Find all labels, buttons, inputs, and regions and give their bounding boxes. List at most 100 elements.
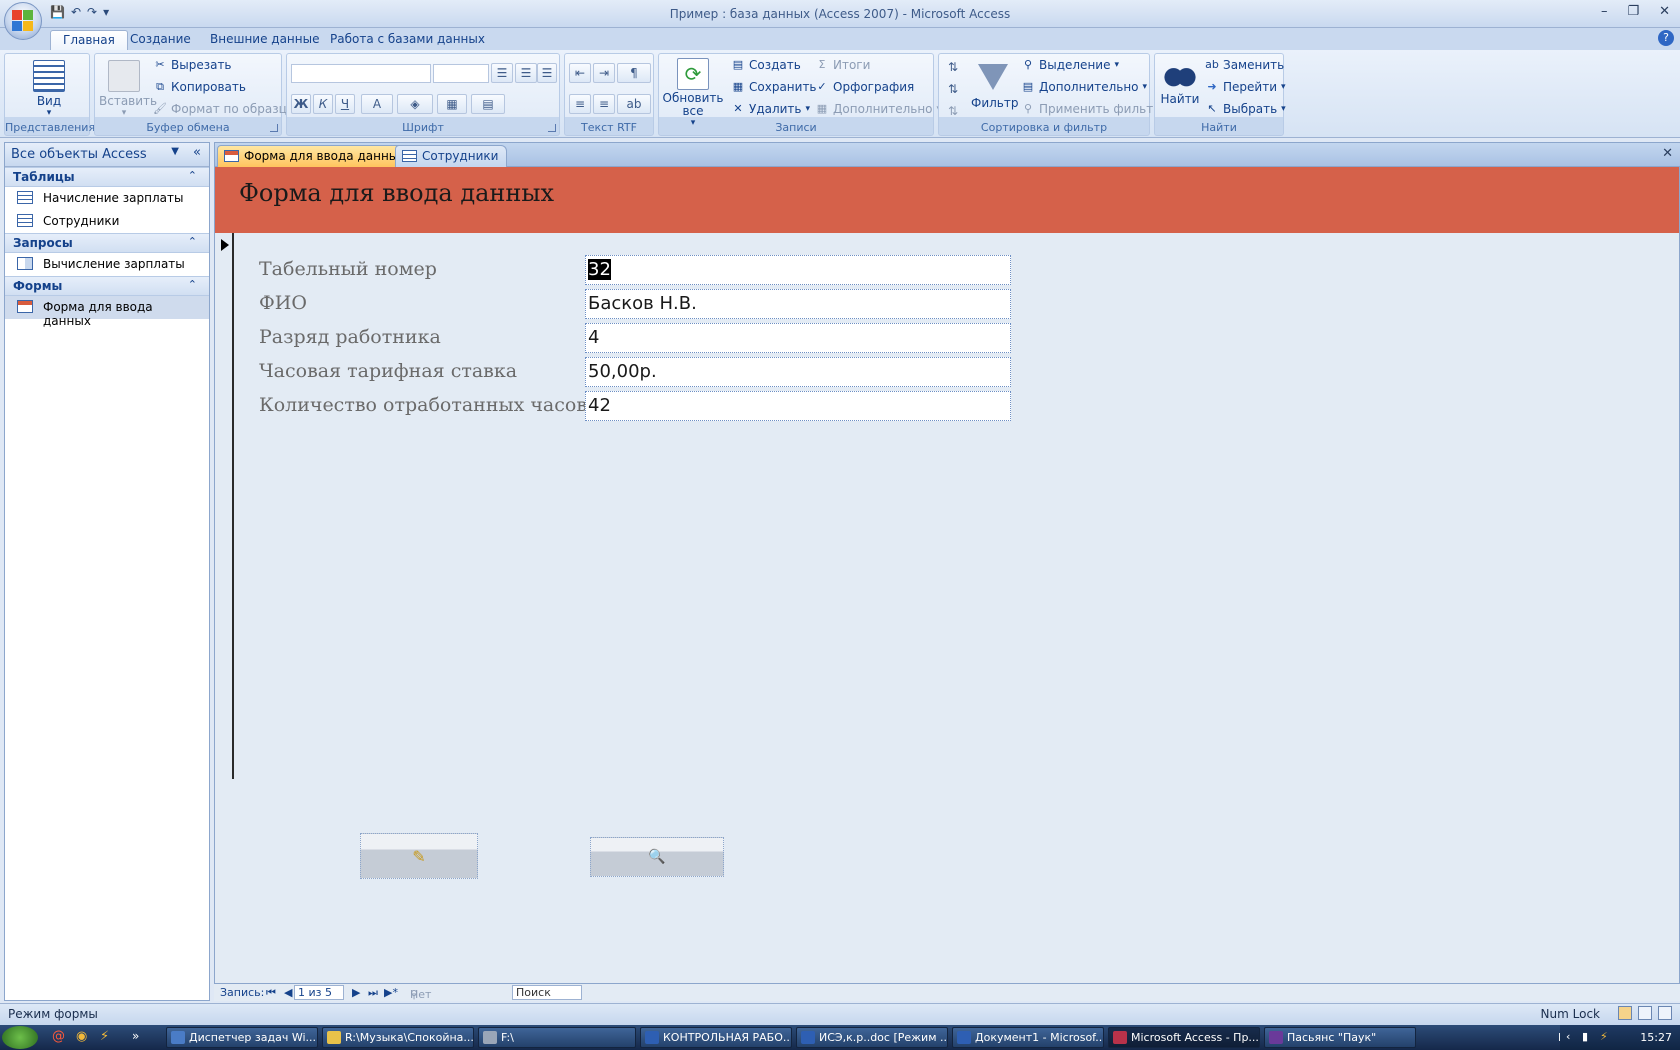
totals-button[interactable]: Σ Итоги bbox=[815, 58, 871, 72]
start-button[interactable] bbox=[2, 1026, 38, 1049]
view-button[interactable]: Вид ▾ bbox=[29, 60, 69, 118]
font-color-button[interactable]: A bbox=[361, 94, 393, 114]
help-icon[interactable]: ? bbox=[1658, 30, 1674, 46]
record-position-box[interactable]: 1 из 5 bbox=[294, 985, 344, 1000]
tab-create[interactable]: Создание bbox=[118, 30, 203, 50]
new-record-nav-icon[interactable]: ▶* bbox=[384, 986, 398, 999]
field-grade[interactable]: 4 bbox=[585, 323, 1011, 353]
record-selector[interactable] bbox=[215, 233, 234, 779]
field-hours-worked[interactable]: 42 bbox=[585, 391, 1011, 421]
first-record-icon[interactable]: ⏮ bbox=[266, 986, 276, 1000]
preview-record-button[interactable]: 🔍 bbox=[590, 837, 724, 877]
office-button[interactable] bbox=[4, 2, 42, 40]
layout-view-icon[interactable] bbox=[1638, 1006, 1652, 1020]
font-size-combo[interactable] bbox=[433, 64, 489, 83]
spelling-button[interactable]: ✓ Орфография bbox=[815, 80, 914, 94]
numbering-icon[interactable]: ≡ bbox=[569, 94, 591, 114]
nav-group-forms[interactable]: Формы ⌃ bbox=[5, 276, 209, 296]
next-record-icon[interactable]: ▶ bbox=[352, 986, 360, 999]
new-record-button[interactable]: ▤ Создать bbox=[731, 58, 801, 72]
tray-device-icon[interactable]: ▮ bbox=[1582, 1030, 1588, 1043]
select-button[interactable]: ↖ Выбрать ▾ bbox=[1205, 102, 1285, 116]
nav-dropdown-icon[interactable]: ▼ bbox=[171, 146, 179, 157]
taskbar-item-word-doc1[interactable]: Документ1 - Microsof... bbox=[952, 1027, 1104, 1048]
previous-record-icon[interactable]: ◀ bbox=[284, 986, 292, 999]
tray-power-icon[interactable]: ⚡ bbox=[1600, 1030, 1608, 1043]
paste-button[interactable]: Вставить ▾ bbox=[99, 60, 157, 118]
taskbar-item-folder-music[interactable]: R:\Музыка\Спокойна... bbox=[322, 1027, 474, 1048]
goto-button[interactable]: ➜ Перейти ▾ bbox=[1205, 80, 1285, 94]
taskbar-item-drive-f[interactable]: F:\ bbox=[478, 1027, 636, 1048]
nav-item-employees-table[interactable]: Сотрудники bbox=[5, 210, 209, 233]
sort-descending-icon[interactable]: ⇅ bbox=[943, 80, 963, 100]
tab-entry-form[interactable]: Форма для ввода данных bbox=[217, 145, 415, 167]
nav-header[interactable]: Все объекты Access ▼ « bbox=[5, 143, 209, 167]
cut-button[interactable]: ✂ Вырезать bbox=[153, 58, 231, 72]
tab-database-tools[interactable]: Работа с базами данных bbox=[318, 30, 497, 50]
refresh-all-button[interactable]: ⟳ Обновить все ▾ bbox=[661, 58, 725, 128]
last-record-icon[interactable]: ⏭ bbox=[368, 986, 378, 1000]
align-right-button[interactable]: ☰ bbox=[537, 63, 557, 83]
field-tab-number[interactable]: 32 bbox=[585, 255, 1011, 285]
nav-collapse-icon[interactable]: « bbox=[193, 145, 201, 160]
taskbar-item-spider-solitaire[interactable]: Пасьянс "Паук" bbox=[1264, 1027, 1416, 1048]
replace-button[interactable]: ab Заменить bbox=[1205, 58, 1284, 72]
chevron-up-icon[interactable]: ⌃ bbox=[188, 235, 197, 248]
tab-external-data[interactable]: Внешние данные bbox=[198, 30, 331, 50]
chevron-right-icon[interactable]: » bbox=[132, 1029, 139, 1043]
maximize-button[interactable]: ❐ bbox=[1627, 4, 1639, 19]
tab-employees[interactable]: Сотрудники bbox=[395, 145, 508, 167]
close-document-icon[interactable]: ✕ bbox=[1662, 146, 1673, 161]
paragraph-icon[interactable]: ¶ bbox=[617, 63, 651, 83]
highlight-icon[interactable]: ab bbox=[617, 94, 651, 114]
align-center-button[interactable]: ☰ bbox=[515, 63, 537, 83]
filter-button[interactable]: Фильтр bbox=[971, 58, 1018, 110]
minimize-button[interactable]: – bbox=[1601, 4, 1608, 19]
design-view-icon[interactable] bbox=[1658, 1006, 1672, 1020]
close-button[interactable]: ✕ bbox=[1659, 4, 1670, 19]
taskbar-item-word-control[interactable]: КОНТРОЛЬНАЯ РАБО... bbox=[640, 1027, 792, 1048]
nav-item-salary-query[interactable]: Вычисление зарплаты bbox=[5, 253, 209, 276]
opera-icon[interactable]: @ bbox=[52, 1029, 65, 1044]
taskbar-item-word-ise[interactable]: ИСЭ,к.р..doc [Режим ... bbox=[796, 1027, 948, 1048]
gridlines-icon[interactable]: ▦ bbox=[437, 94, 467, 114]
search-input[interactable]: Поиск bbox=[512, 985, 582, 1000]
find-button[interactable]: Найти bbox=[1157, 58, 1203, 106]
sort-ascending-icon[interactable]: ⇅ bbox=[943, 58, 963, 78]
more-records-button[interactable]: ▦Дополнительно▾ bbox=[815, 102, 941, 116]
dialog-launcher-icon[interactable] bbox=[548, 124, 556, 132]
fill-color-icon[interactable]: ◈ bbox=[397, 94, 433, 114]
bullets-icon[interactable]: ≡ bbox=[593, 94, 615, 114]
save-record-button[interactable]: ▦ Сохранить bbox=[731, 80, 817, 94]
taskbar-item-task-manager[interactable]: Диспетчер задач Wi... bbox=[166, 1027, 318, 1048]
clear-sort-icon[interactable]: ⇅ bbox=[943, 102, 963, 122]
underline-button[interactable]: Ч bbox=[335, 94, 355, 114]
chevron-up-icon[interactable]: ⌃ bbox=[188, 169, 197, 182]
italic-button[interactable]: К bbox=[313, 94, 333, 114]
field-full-name[interactable]: Басков Н.В. bbox=[585, 289, 1011, 319]
taskbar-item-access[interactable]: Microsoft Access - Пр... bbox=[1108, 1027, 1260, 1048]
format-painter-button[interactable]: 🖌 Формат по образцу bbox=[153, 102, 294, 116]
nav-group-queries[interactable]: Запросы ⌃ bbox=[5, 233, 209, 253]
increase-indent-icon[interactable]: ⇥ bbox=[593, 63, 615, 83]
alternate-fill-icon[interactable]: ▤ bbox=[471, 94, 505, 114]
bold-button[interactable]: Ж bbox=[291, 94, 311, 114]
quicklaunch-icon[interactable]: ⚡ bbox=[100, 1029, 109, 1044]
align-left-button[interactable]: ☰ bbox=[491, 63, 513, 83]
chevron-up-icon[interactable]: ⌃ bbox=[188, 278, 197, 291]
dialog-launcher-icon[interactable] bbox=[270, 124, 278, 132]
decrease-indent-icon[interactable]: ⇤ bbox=[569, 63, 591, 83]
selection-button[interactable]: ⚲ Выделение ▾ bbox=[1021, 58, 1119, 72]
edit-record-button[interactable]: ✎ bbox=[360, 833, 478, 879]
form-view-icon[interactable] bbox=[1618, 1006, 1632, 1020]
field-hourly-rate[interactable]: 50,00р. bbox=[585, 357, 1011, 387]
delete-record-button[interactable]: ✕ Удалить ▾ bbox=[731, 102, 810, 116]
font-name-combo[interactable] bbox=[291, 64, 431, 83]
nav-group-tables[interactable]: Таблицы ⌃ bbox=[5, 167, 209, 187]
tray-arrow-icon[interactable]: ‹ bbox=[1566, 1030, 1570, 1043]
nav-item-salary-table[interactable]: Начисление зарплаты bbox=[5, 187, 209, 210]
quicklaunch-icon[interactable]: ◉ bbox=[76, 1029, 87, 1044]
advanced-filter-button[interactable]: ▤ Дополнительно ▾ bbox=[1021, 80, 1147, 94]
tab-home[interactable]: Главная bbox=[50, 30, 128, 50]
nav-item-entry-form[interactable]: Форма для ввода данных bbox=[5, 296, 209, 328]
